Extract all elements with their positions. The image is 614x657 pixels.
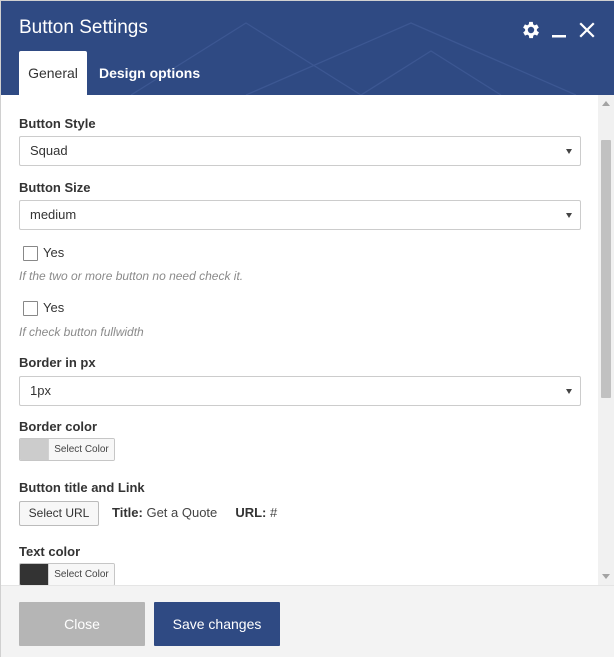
inline-help-text: If the two or more button no need check …: [19, 269, 244, 283]
title-key: Title:: [112, 505, 143, 520]
chevron-down-icon: [566, 213, 572, 218]
chevron-down-icon: [566, 149, 572, 154]
header-background-pattern: [130, 22, 577, 95]
text-color-picker-label: Select Color: [48, 564, 114, 585]
button-size-select[interactable]: medium: [19, 200, 581, 230]
fullwidth-checkbox[interactable]: [23, 301, 38, 316]
link-info: Title: Get a Quote URL: #: [112, 505, 277, 520]
dialog-footer: Close Save changes: [1, 585, 614, 657]
select-url-button[interactable]: Select URL: [19, 501, 99, 526]
fullwidth-checkbox-label: Yes: [43, 300, 65, 315]
tab-design-options[interactable]: Design options: [99, 51, 200, 95]
border-color-picker[interactable]: Select Color: [19, 438, 115, 461]
fullwidth-help-text: If check button fullwidth: [19, 325, 144, 339]
scroll-down-arrow-icon[interactable]: [602, 574, 610, 579]
button-style-label: Button Style: [19, 116, 96, 131]
dialog-title: Button Settings: [19, 17, 148, 38]
scroll-up-arrow-icon[interactable]: [602, 101, 610, 106]
url-key: URL:: [235, 505, 267, 520]
title-link-label: Button title and Link: [19, 480, 145, 495]
text-color-label: Text color: [19, 544, 81, 559]
text-color-swatch: [20, 564, 48, 585]
title-value: Get a Quote: [146, 505, 218, 520]
border-px-select[interactable]: 1px: [19, 376, 581, 406]
button-style-select[interactable]: Squad: [19, 136, 581, 166]
tab-general[interactable]: General: [19, 51, 87, 95]
border-color-picker-label: Select Color: [48, 439, 114, 460]
inline-checkbox-label: Yes: [43, 245, 65, 260]
content-scrollbar[interactable]: [598, 95, 614, 585]
save-changes-button[interactable]: Save changes: [154, 602, 280, 646]
url-value: #: [270, 505, 278, 520]
dialog-header: Button Settings General Design options: [1, 1, 614, 95]
border-px-value: 1px: [30, 383, 51, 398]
close-button[interactable]: Close: [19, 602, 145, 646]
inline-checkbox[interactable]: [23, 246, 38, 261]
border-px-label: Border in px: [19, 355, 96, 370]
text-color-picker[interactable]: Select Color: [19, 563, 115, 585]
border-color-label: Border color: [19, 419, 98, 434]
button-size-label: Button Size: [19, 180, 91, 195]
button-style-value: Squad: [30, 143, 68, 158]
button-settings-dialog: Button Settings General Design options B…: [0, 0, 614, 657]
scroll-thumb[interactable]: [601, 140, 611, 398]
general-tab-content: Button Style Squad Button Size medium Ye…: [1, 95, 599, 585]
button-size-value: medium: [30, 207, 77, 222]
minimize-icon[interactable]: [548, 19, 570, 41]
border-color-swatch: [20, 439, 48, 460]
close-icon[interactable]: [576, 19, 598, 41]
gear-icon[interactable]: [520, 19, 542, 41]
chevron-down-icon: [566, 389, 572, 394]
